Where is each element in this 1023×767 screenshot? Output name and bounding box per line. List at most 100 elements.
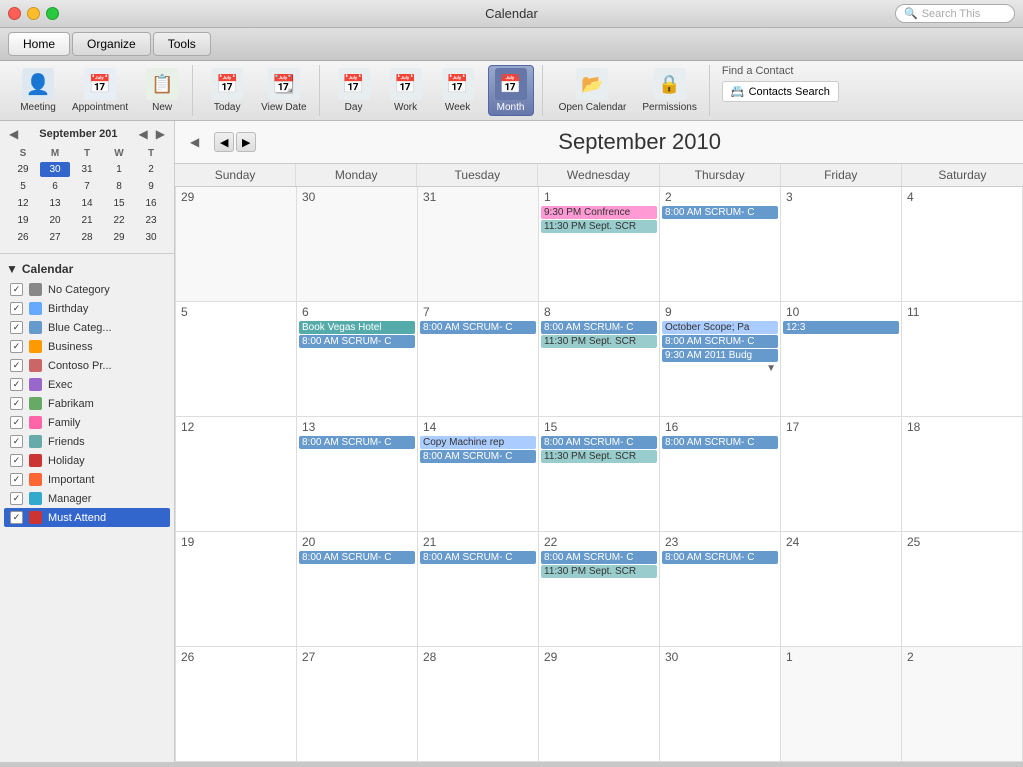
calendar-checkbox-no-category[interactable]: ✓ [10,283,23,296]
cal-cell[interactable]: 27 [297,647,418,762]
calendar-item-business[interactable]: ✓Business [4,337,170,356]
cal-event[interactable]: 8:00 AM SCRUM- C [420,321,536,334]
calendar-checkbox-holiday[interactable]: ✓ [10,454,23,467]
calendar-item-no-category[interactable]: ✓No Category [4,280,170,299]
calendar-checkbox-contoso-pr[interactable]: ✓ [10,359,23,372]
cal-event[interactable]: 8:00 AM SCRUM- C [299,335,415,348]
mini-cal-day[interactable]: 9 [136,179,166,194]
cal-event[interactable]: October Scope; Pa [662,321,778,334]
cal-cell[interactable]: 5 [176,302,297,417]
cal-prev-button[interactable]: ◀ [187,135,202,149]
cal-cell[interactable]: 9October Scope; Pa8:00 AM SCRUM- C9:30 A… [660,302,781,417]
cal-cell[interactable]: 25 [902,532,1023,647]
week-view-button[interactable]: 📅 Week [436,66,480,115]
cal-cell[interactable]: 29 [176,187,297,302]
cal-cell[interactable]: 1012:3 [781,302,902,417]
minimize-button[interactable] [27,7,40,20]
mini-cal-day[interactable]: 30 [136,230,166,245]
view-date-button[interactable]: 📆 View Date [257,66,310,115]
mini-cal-day[interactable]: 28 [72,230,102,245]
cal-event[interactable]: Copy Machine rep [420,436,536,449]
cal-cell[interactable]: 3 [781,187,902,302]
mini-cal-day[interactable]: 22 [104,213,134,228]
mini-prev-button[interactable]: ◀ [6,127,21,141]
mini-cal-day[interactable]: 7 [72,179,102,194]
cal-event[interactable]: 11:30 PM Sept. SCR [541,565,657,578]
mini-cal-day[interactable]: 13 [40,196,70,211]
cal-cell[interactable]: 19:30 PM Confrence11:30 PM Sept. SCR [539,187,660,302]
mini-cal-day[interactable]: 12 [8,196,38,211]
cal-event[interactable]: 8:00 AM SCRUM- C [541,551,657,564]
mini-cal-day[interactable]: 5 [8,179,38,194]
calendar-item-friends[interactable]: ✓Friends [4,432,170,451]
close-button[interactable] [8,7,21,20]
calendar-item-exec[interactable]: ✓Exec [4,375,170,394]
tab-home[interactable]: Home [8,32,70,56]
calendar-checkbox-must-attend[interactable]: ✓ [10,511,23,524]
cal-cell[interactable]: 26 [176,647,297,762]
cal-event[interactable]: 8:00 AM SCRUM- C [662,206,778,219]
mini-cal-day[interactable]: 1 [104,162,134,177]
mini-cal-day[interactable]: 29 [104,230,134,245]
calendar-checkbox-exec[interactable]: ✓ [10,378,23,391]
cal-event[interactable]: 8:00 AM SCRUM- C [420,450,536,463]
mini-cal-day[interactable]: 19 [8,213,38,228]
mini-cal-day[interactable]: 2 [136,162,166,177]
cal-cell[interactable]: 238:00 AM SCRUM- C [660,532,781,647]
cal-event[interactable]: 8:00 AM SCRUM- C [541,436,657,449]
calendar-item-fabrikam[interactable]: ✓Fabrikam [4,394,170,413]
mini-cal-day[interactable]: 23 [136,213,166,228]
tab-organize[interactable]: Organize [72,32,151,56]
calendar-checkbox-friends[interactable]: ✓ [10,435,23,448]
cal-event[interactable]: 12:3 [783,321,899,334]
mini-cal-day[interactable]: 14 [72,196,102,211]
cal-event[interactable]: 8:00 AM SCRUM- C [662,436,778,449]
calendar-checkbox-fabrikam[interactable]: ✓ [10,397,23,410]
mini-next-button[interactable]: ▶ [153,127,168,141]
mini-cal-day[interactable]: 21 [72,213,102,228]
contacts-search-button[interactable]: 📇 Contacts Search [722,81,839,102]
cal-cell[interactable]: 29 [539,647,660,762]
calendar-checkbox-family[interactable]: ✓ [10,416,23,429]
calendar-item-manager[interactable]: ✓Manager [4,489,170,508]
maximize-button[interactable] [46,7,59,20]
work-view-button[interactable]: 📅 Work [384,66,428,115]
cal-cell[interactable]: 30 [297,187,418,302]
cal-cell[interactable]: 28:00 AM SCRUM- C [660,187,781,302]
cal-event[interactable]: Book Vegas Hotel [299,321,415,334]
calendar-item-blue-category[interactable]: ✓Blue Categ... [4,318,170,337]
calendar-checkbox-birthday[interactable]: ✓ [10,302,23,315]
cal-event[interactable]: 11:30 PM Sept. SCR [541,335,657,348]
cal-cell[interactable]: 12 [176,417,297,532]
cal-cell[interactable]: 2 [902,647,1023,762]
tab-tools[interactable]: Tools [153,32,211,56]
calendar-list-header[interactable]: ▼ Calendar [4,258,170,280]
cal-cell[interactable]: 88:00 AM SCRUM- C11:30 PM Sept. SCR [539,302,660,417]
cal-cell[interactable]: 14Copy Machine rep8:00 AM SCRUM- C [418,417,539,532]
new-button[interactable]: 📋 New [140,66,184,115]
calendar-checkbox-blue-category[interactable]: ✓ [10,321,23,334]
appointment-button[interactable]: 📅 Appointment [68,66,132,115]
cal-cell[interactable]: 78:00 AM SCRUM- C [418,302,539,417]
cal-event[interactable]: 8:00 AM SCRUM- C [299,436,415,449]
cal-event[interactable]: 8:00 AM SCRUM- C [541,321,657,334]
cal-cell[interactable]: 158:00 AM SCRUM- C11:30 PM Sept. SCR [539,417,660,532]
cal-event[interactable]: 9:30 PM Confrence [541,206,657,219]
cal-cell[interactable]: 6Book Vegas Hotel8:00 AM SCRUM- C [297,302,418,417]
cal-event[interactable]: 8:00 AM SCRUM- C [662,551,778,564]
mini-cal-day[interactable]: 31 [72,162,102,177]
mini-cal-day[interactable]: 8 [104,179,134,194]
mini-cal-day[interactable]: 16 [136,196,166,211]
cal-cell[interactable]: 17 [781,417,902,532]
search-box[interactable]: 🔍 Search This [895,4,1015,23]
calendar-item-holiday[interactable]: ✓Holiday [4,451,170,470]
open-calendar-button[interactable]: 📂 Open Calendar [555,66,631,115]
cal-cell[interactable]: 4 [902,187,1023,302]
mini-cal-day[interactable]: 15 [104,196,134,211]
cal-event[interactable]: 11:30 PM Sept. SCR [541,220,657,233]
today-button[interactable]: 📅 Today [205,66,249,115]
cal-event[interactable]: 11:30 PM Sept. SCR [541,450,657,463]
day-view-button[interactable]: 📅 Day [332,66,376,115]
cal-next2-button[interactable]: ▶ [236,132,256,152]
mini-cal-day[interactable]: 30 [40,162,70,177]
